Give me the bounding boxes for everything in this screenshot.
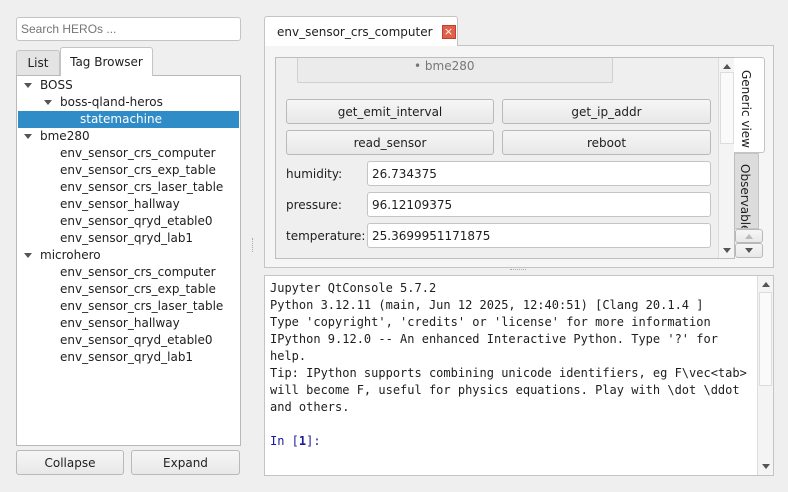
scroll-up-icon[interactable] [723, 64, 731, 69]
expand-button[interactable]: Expand [131, 450, 240, 475]
expand-arrow-icon[interactable] [24, 134, 32, 139]
tab-label: Tag Browser [70, 55, 143, 69]
humidity-label: humidity: [286, 167, 343, 181]
side-tabs-scroll-up[interactable] [735, 229, 763, 243]
tree-item[interactable]: env_sensor_crs_exp_table [18, 162, 239, 179]
console-line: will become F, useful for physics equati… [270, 383, 740, 397]
tree-item-label: BOSS [40, 78, 73, 92]
tree-item-label: env_sensor_qryd_lab1 [60, 350, 194, 364]
console-scrollbar[interactable] [757, 276, 773, 475]
tree-item[interactable]: env_sensor_hallway [18, 196, 239, 213]
tree-item-label: env_sensor_crs_computer [60, 265, 216, 279]
console-line: Python 3.12.11 (main, Jun 12 2025, 12:40… [270, 298, 704, 312]
scroll-up-icon[interactable] [762, 282, 770, 287]
tree-item-label: env_sensor_qryd_etable0 [60, 214, 213, 228]
tree-item[interactable]: env_sensor_crs_laser_table [18, 298, 239, 315]
tree-item-label: bme280 [40, 129, 90, 143]
tree-item[interactable]: microhero [18, 247, 239, 264]
pressure-field[interactable]: 96.12109375 [367, 192, 711, 217]
arrow-down-icon [745, 248, 753, 253]
tree-item-label: boss-qland-heros [60, 95, 163, 109]
tree-item-label: env_sensor_crs_computer [60, 146, 216, 160]
splitter-handle-horizontal[interactable] [510, 269, 526, 270]
collapse-button[interactable]: Collapse [16, 450, 124, 475]
scrollbar-thumb[interactable] [720, 72, 734, 144]
tree-item-label: env_sensor_crs_laser_table [60, 299, 224, 313]
tree-item[interactable]: env_sensor_crs_computer [18, 145, 239, 162]
prompt-part: ]: [306, 434, 321, 448]
console-output: Jupyter QtConsole 5.7.2 Python 3.12.11 (m… [270, 280, 747, 450]
temperature-label: temperature: [286, 229, 366, 243]
tab-tag-browser[interactable]: Tag Browser [60, 47, 153, 76]
tag-label: bme280 [424, 59, 475, 73]
console-line: Jupyter QtConsole 5.7.2 [270, 281, 437, 295]
expand-arrow-icon[interactable] [24, 83, 32, 88]
scroll-down-icon[interactable] [762, 464, 770, 469]
tab-title: env_sensor_crs_computer [277, 24, 433, 39]
tree-item[interactable]: env_sensor_hallway [18, 315, 239, 332]
get-emit-interval-button[interactable]: get_emit_interval [286, 99, 494, 124]
tree-item[interactable]: env_sensor_qryd_etable0 [18, 332, 239, 349]
tree-item-label: env_sensor_hallway [60, 316, 180, 330]
console-line: and others. [270, 400, 350, 414]
side-tab-label: Generic view [739, 70, 753, 148]
side-tab-generic-view[interactable]: Generic view [734, 57, 765, 153]
humidity-field[interactable]: 26.734375 [367, 161, 711, 186]
scroll-down-icon[interactable] [723, 248, 731, 253]
temperature-field[interactable]: 25.3699951171875 [367, 223, 711, 248]
tags-groupbox: • bme280 [297, 58, 613, 83]
expand-arrow-icon[interactable] [24, 253, 32, 258]
tree-item-label: statemachine [80, 112, 162, 126]
tree-item[interactable]: BOSS [18, 77, 239, 94]
side-tabs-scroll-down[interactable] [735, 243, 763, 258]
close-tab-icon[interactable]: × [441, 24, 456, 39]
tree-item[interactable]: env_sensor_qryd_etable0 [18, 213, 239, 230]
tree-item[interactable]: boss-qland-heros [18, 94, 239, 111]
tree-item-label: microhero [40, 248, 101, 262]
tree-item-label: env_sensor_qryd_etable0 [60, 333, 213, 347]
console-line: Tip: IPython supports combining unicode … [270, 366, 747, 380]
search-input[interactable] [16, 17, 241, 41]
tree-item[interactable]: env_sensor_crs_laser_table [18, 179, 239, 196]
tree-item-label: env_sensor_hallway [60, 197, 180, 211]
arrow-up-icon [745, 233, 753, 239]
scrollbar-thumb[interactable] [759, 292, 772, 386]
tree-item[interactable]: env_sensor_crs_computer [18, 264, 239, 281]
generic-view-scroll-area: • bme280 get_emit_interval get_ip_addr r… [275, 57, 735, 259]
console-line: IPython 9.12.0 -- An enhanced Interactiv… [270, 332, 718, 346]
tree-item-label: env_sensor_crs_laser_table [60, 180, 224, 194]
console-line: Type 'copyright', 'credits' or 'license'… [270, 315, 711, 329]
side-tab-label: Observable [738, 164, 752, 229]
tab-label: List [27, 56, 49, 70]
prompt-part: In [ [270, 434, 299, 448]
expand-arrow-icon[interactable] [44, 100, 52, 105]
tree-item[interactable]: env_sensor_qryd_lab1 [18, 349, 239, 366]
reboot-button[interactable]: reboot [502, 130, 711, 155]
tag-item: • bme280 [414, 59, 475, 73]
console-line: help. [270, 349, 307, 363]
tree-item-label: env_sensor_crs_exp_table [60, 163, 216, 177]
tree-item[interactable]: env_sensor_qryd_lab1 [18, 230, 239, 247]
tree-item-label: env_sensor_qryd_lab1 [60, 231, 194, 245]
vertical-scrollbar[interactable] [718, 58, 734, 258]
tree-item[interactable]: env_sensor_crs_exp_table [18, 281, 239, 298]
console-prompt: In [1]: [270, 433, 747, 450]
tree-item[interactable]: statemachine [18, 111, 239, 128]
jupyter-console[interactable]: Jupyter QtConsole 5.7.2 Python 3.12.11 (m… [264, 275, 774, 476]
read-sensor-button[interactable]: read_sensor [286, 130, 494, 155]
hero-tree[interactable]: BOSS boss-qland-heros statemachine bme280 en… [16, 75, 241, 446]
tree-item[interactable]: bme280 [18, 128, 239, 145]
get-ip-addr-button[interactable]: get_ip_addr [502, 99, 711, 124]
tab-env-sensor[interactable]: env_sensor_crs_computer × [264, 16, 458, 46]
pressure-label: pressure: [286, 198, 342, 212]
tab-list[interactable]: List [16, 50, 60, 75]
side-tab-observable[interactable]: Observable [735, 153, 759, 229]
tree-item-label: env_sensor_crs_exp_table [60, 282, 216, 296]
splitter-handle[interactable] [252, 238, 255, 252]
